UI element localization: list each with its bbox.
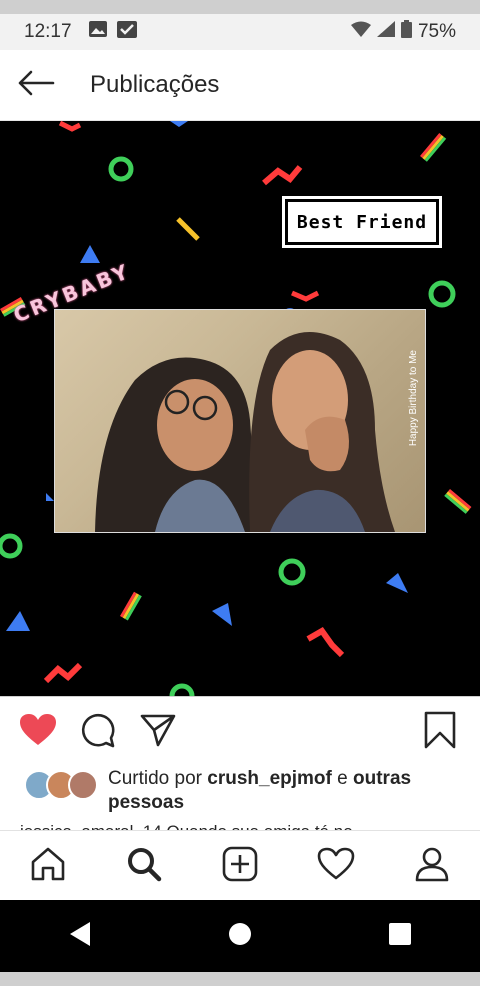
search-icon [126, 846, 162, 887]
status-bar: 12:17 75% [0, 14, 480, 50]
likes-conj: e [337, 768, 348, 789]
add-icon [222, 846, 258, 887]
likes-text: Curtido por crush_epjmof e outras pessoa… [108, 767, 468, 815]
back-triangle-icon [68, 921, 92, 952]
like-button[interactable] [16, 710, 60, 754]
comment-icon [80, 712, 116, 753]
home-circle-icon [228, 922, 252, 951]
liker-username[interactable]: crush_epjmof [207, 768, 332, 789]
bottom-edge [0, 972, 480, 986]
liker-avatars[interactable] [24, 770, 98, 800]
arrow-left-icon [17, 70, 55, 101]
heart-filled-icon [19, 713, 57, 752]
home-icon [30, 846, 66, 887]
activity-heart-icon [317, 847, 355, 886]
system-nav [0, 900, 480, 972]
nav-home[interactable] [24, 842, 72, 890]
system-home-button[interactable] [210, 906, 270, 966]
send-icon [140, 713, 176, 752]
back-button[interactable] [16, 65, 56, 105]
bookmark-icon [424, 711, 456, 754]
recents-square-icon [389, 922, 411, 950]
comment-button[interactable] [76, 710, 120, 754]
save-button[interactable] [418, 710, 462, 754]
photo-caption: Happy Birthday to Me [408, 350, 419, 447]
nav-add[interactable] [216, 842, 264, 890]
nav-profile[interactable] [408, 842, 456, 890]
profile-icon [414, 846, 450, 887]
selfie-photo: Happy Birthday to Me [54, 309, 426, 533]
battery-percent: 75% [417, 21, 456, 42]
top-bar: Publicações [0, 50, 480, 121]
post-caption: jessica_amaral_14 Quando sua amiga tá no [20, 820, 353, 830]
battery-icon [400, 20, 412, 44]
nav-search[interactable] [120, 842, 168, 890]
system-back-button[interactable] [50, 906, 110, 966]
page-title: Publicações [90, 71, 220, 98]
best-friend-sticker: Best Friend [285, 199, 439, 245]
check-box-icon [116, 19, 138, 45]
avatar [68, 770, 98, 800]
image-icon [88, 20, 108, 44]
nav-activity[interactable] [312, 842, 360, 890]
system-recents-button[interactable] [370, 906, 430, 966]
wifi-icon [350, 21, 371, 43]
status-time: 12:17 [24, 21, 72, 42]
post-image[interactable]: Best Friend CRYBABY Happy Birthday to Me [0, 121, 480, 696]
selfie-illustration [95, 332, 395, 532]
post-actions [0, 697, 480, 767]
bottom-nav [0, 830, 480, 901]
likes-prefix: Curtido por [108, 768, 202, 789]
share-button[interactable] [136, 710, 180, 754]
signal-icon [376, 21, 395, 43]
